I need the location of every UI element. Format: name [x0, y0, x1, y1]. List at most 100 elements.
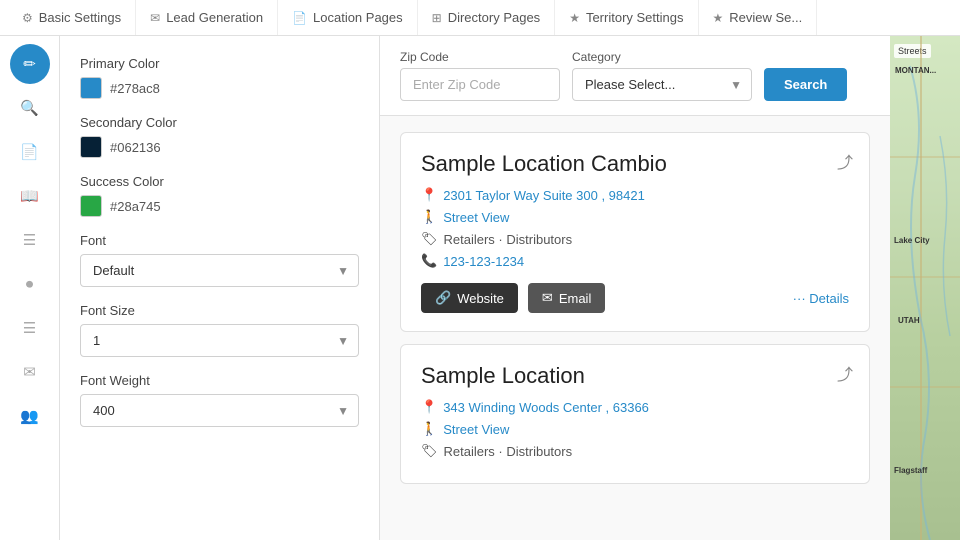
primary-color-label: Primary Color [80, 56, 359, 71]
zip-code-label: Zip Code [400, 50, 560, 64]
success-color-label: Success Color [80, 174, 359, 189]
review-star-icon: ★ [713, 11, 724, 25]
category-select[interactable]: Please Select... Retailers Distributors … [572, 68, 752, 101]
location-card-1: Sample Location ⤴ 📍 343 Winding Woods Ce… [400, 344, 870, 484]
email-icon-0: ✉ [542, 290, 553, 306]
map-background: Streets MONTAN... Lake City UTAH Flagsta… [890, 36, 960, 540]
primary-color-swatch[interactable] [80, 77, 102, 99]
font-weight-select-wrapper: 400 ▼ [80, 394, 359, 427]
font-size-select[interactable]: 1 [80, 324, 359, 357]
top-navigation: ⚙ Basic Settings ✉ Lead Generation 📄 Loc… [0, 0, 960, 36]
primary-color-section: Primary Color #278ac8 [80, 56, 359, 99]
font-select[interactable]: Default [80, 254, 359, 287]
secondary-color-label: Secondary Color [80, 115, 359, 130]
nav-lead-generation[interactable]: ✉ Lead Generation [136, 0, 278, 35]
sidebar-icon-email[interactable]: ✉ [10, 352, 50, 392]
content-area: Zip Code Category Please Select... Retai… [380, 36, 890, 540]
location-card-0: Sample Location Cambio ⤴ 📍 2301 Taylor W… [400, 132, 870, 332]
nav-review-settings[interactable]: ★ Review Se... [699, 0, 818, 35]
nav-location-pages-label: Location Pages [313, 10, 403, 25]
nav-territory-settings[interactable]: ★ Territory Settings [555, 0, 698, 35]
secondary-color-row: #062136 [80, 136, 359, 158]
phone-icon-0: 📞 [421, 253, 437, 269]
email-label-0: Email [559, 291, 592, 306]
star-icon: ★ [569, 11, 580, 25]
grid-icon: ⊞ [432, 11, 442, 25]
website-button-0[interactable]: 🔗 Website [421, 283, 518, 313]
sidebar-icon-search[interactable]: 🔍 [10, 88, 50, 128]
success-color-hex: #28a745 [110, 199, 161, 214]
font-weight-select[interactable]: 400 [80, 394, 359, 427]
zip-code-field: Zip Code [400, 50, 560, 101]
page-icon: 📄 [292, 11, 307, 25]
street-view-link-0[interactable]: Street View [443, 210, 509, 225]
sidebar-icon-document[interactable]: 📄 [10, 132, 50, 172]
location-title-1: Sample Location [421, 363, 849, 389]
success-color-row: #28a745 [80, 195, 359, 217]
location-icon-1: 📍 [421, 399, 437, 415]
address-row-0: 📍 2301 Taylor Way Suite 300 , 98421 [421, 187, 849, 203]
search-bar: Zip Code Category Please Select... Retai… [380, 36, 890, 116]
map-svg [890, 36, 960, 540]
address-0[interactable]: 2301 Taylor Way Suite 300 , 98421 [443, 188, 645, 203]
card-actions-0: 🔗 Website ✉ Email ··· Details [421, 283, 849, 313]
tag-icon-1: 🏷 [421, 443, 438, 459]
share-button-0[interactable]: ⤴ [837, 149, 853, 173]
share-button-1[interactable]: ⤴ [837, 361, 853, 385]
main-layout: ✏ 🔍 📄 📖 ☰ ⏺ ☰ ✉ 👥 Primary Color #278ac8 … [0, 36, 960, 540]
tags-row-0: 🏷 Retailers · Distributors [421, 231, 849, 247]
nav-review-settings-label: Review Se... [729, 10, 802, 25]
email-button-0[interactable]: ✉ Email [528, 283, 605, 313]
tags-0: Retailers · Distributors [444, 232, 573, 247]
street-view-row-1: 🚶 Street View [421, 421, 849, 437]
primary-color-row: #278ac8 [80, 77, 359, 99]
font-size-field: Font Size 1 ▼ [80, 303, 359, 357]
location-icon-0: 📍 [421, 187, 437, 203]
nav-directory-pages-label: Directory Pages [448, 10, 540, 25]
success-color-section: Success Color #28a745 [80, 174, 359, 217]
nav-location-pages[interactable]: 📄 Location Pages [278, 0, 418, 35]
map-panel: Streets MONTAN... Lake City UTAH Flagsta… [890, 36, 960, 540]
nav-basic-settings[interactable]: ⚙ Basic Settings [8, 0, 136, 35]
nav-lead-generation-label: Lead Generation [166, 10, 263, 25]
category-field: Category Please Select... Retailers Dist… [572, 50, 752, 101]
font-weight-field: Font Weight 400 ▼ [80, 373, 359, 427]
sidebar-icon-book[interactable]: 📖 [10, 176, 50, 216]
sidebar-icon-edit[interactable]: ✏ [10, 44, 50, 84]
success-color-swatch[interactable] [80, 195, 102, 217]
website-label-0: Website [457, 291, 504, 306]
font-select-wrapper: Default ▼ [80, 254, 359, 287]
cards-list: Sample Location Cambio ⤴ 📍 2301 Taylor W… [380, 116, 890, 500]
street-view-row-0: 🚶 Street View [421, 209, 849, 225]
sidebar-icon-list[interactable]: ☰ [10, 220, 50, 260]
category-label: Category [572, 50, 752, 64]
gear-icon: ⚙ [22, 11, 33, 25]
tags-1: Retailers · Distributors [444, 444, 573, 459]
map-city-1: MONTAN... [895, 66, 936, 75]
person-icon-1: 🚶 [421, 421, 437, 437]
sidebar-icon-list2[interactable]: ☰ [10, 308, 50, 348]
font-size-select-wrapper: 1 ▼ [80, 324, 359, 357]
nav-directory-pages[interactable]: ⊞ Directory Pages [418, 0, 556, 35]
secondary-color-hex: #062136 [110, 140, 161, 155]
phone-0[interactable]: 123-123-1234 [443, 254, 524, 269]
address-row-1: 📍 343 Winding Woods Center , 63366 [421, 399, 849, 415]
font-field: Font Default ▼ [80, 233, 359, 287]
map-city-2: Lake City [894, 236, 930, 245]
secondary-color-swatch[interactable] [80, 136, 102, 158]
sidebar-icon-users[interactable]: 👥 [10, 396, 50, 436]
link-icon-0: 🔗 [435, 290, 451, 306]
phone-row-0: 📞 123-123-1234 [421, 253, 849, 269]
tags-row-1: 🏷 Retailers · Distributors [421, 443, 849, 459]
map-city-4: Flagstaff [894, 466, 927, 475]
tag-icon-0: 🏷 [421, 231, 438, 247]
details-button-0[interactable]: ··· Details [793, 291, 849, 306]
category-select-wrapper: Please Select... Retailers Distributors … [572, 68, 752, 101]
zip-code-input[interactable] [400, 68, 560, 101]
nav-territory-settings-label: Territory Settings [586, 10, 684, 25]
address-1[interactable]: 343 Winding Woods Center , 63366 [443, 400, 649, 415]
location-title-0: Sample Location Cambio [421, 151, 849, 177]
street-view-link-1[interactable]: Street View [443, 422, 509, 437]
search-button[interactable]: Search [764, 68, 847, 101]
sidebar-icon-record[interactable]: ⏺ [10, 264, 50, 304]
